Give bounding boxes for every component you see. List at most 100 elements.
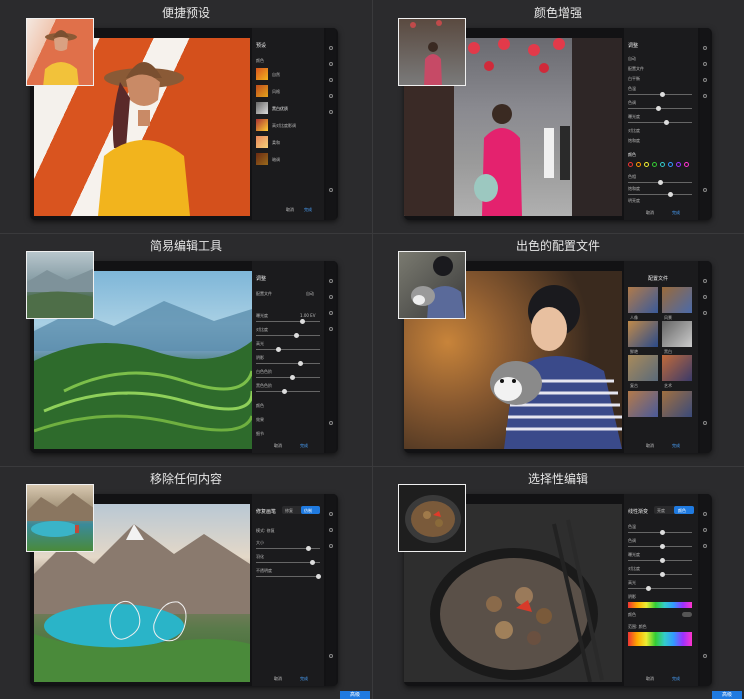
color-range-picker[interactable]: [628, 632, 692, 646]
highlights-slider[interactable]: [628, 586, 692, 591]
profile-tile[interactable]: [628, 391, 658, 417]
profile-tile[interactable]: [662, 321, 692, 347]
exposure-slider[interactable]: [628, 120, 692, 125]
cancel-button[interactable]: 取消: [646, 676, 654, 682]
preset-thumb[interactable]: [256, 102, 268, 114]
profile-tile[interactable]: [628, 287, 658, 313]
profile-tile[interactable]: [628, 355, 658, 381]
tab-heal[interactable]: 修复: [285, 508, 293, 514]
shadows-slider[interactable]: [256, 361, 320, 366]
done-button[interactable]: 完成: [300, 443, 308, 449]
highlights-slider[interactable]: [256, 347, 320, 352]
mode-dropdown[interactable]: 模式: 修复: [256, 528, 275, 534]
profile-tile[interactable]: [662, 355, 692, 381]
cancel-button[interactable]: 取消: [646, 210, 654, 216]
tint-slider[interactable]: [628, 106, 692, 111]
preset-thumb[interactable]: [256, 85, 268, 97]
temp-slider[interactable]: [628, 530, 692, 535]
whites-slider[interactable]: [256, 375, 320, 380]
opacity-slider[interactable]: [256, 574, 321, 579]
done-button[interactable]: 完成: [672, 676, 680, 682]
profile-tile[interactable]: [628, 321, 658, 347]
exposure-slider[interactable]: [628, 558, 692, 563]
comment-icon[interactable]: [703, 188, 707, 192]
range-label: 范围: 颜色: [628, 624, 647, 629]
done-button[interactable]: 完成: [300, 676, 308, 682]
tint-slider[interactable]: [628, 544, 692, 549]
comment-icon[interactable]: [703, 421, 707, 425]
preset-thumb[interactable]: [256, 136, 268, 148]
panel-profiles: 出色的配置文件 配置文件 人像 风景 鲜艳 黑白 复古 艺术 取消 完成: [372, 233, 744, 466]
adjust-icon[interactable]: [703, 295, 707, 299]
cancel-button[interactable]: 取消: [274, 443, 282, 449]
healing-icon[interactable]: [329, 528, 333, 532]
done-button[interactable]: 完成: [672, 443, 680, 449]
auto-button[interactable]: 自动: [628, 56, 636, 62]
contrast-slider[interactable]: [256, 333, 320, 338]
adjust-icon[interactable]: [329, 295, 333, 299]
size-slider[interactable]: [256, 546, 320, 551]
profile-tile-label: 艺术: [664, 383, 672, 388]
healing-icon[interactable]: [329, 110, 333, 114]
exposure-slider[interactable]: [256, 319, 320, 324]
auto-button[interactable]: 自动: [306, 291, 314, 297]
profile-tile[interactable]: [662, 391, 692, 417]
hue-slider[interactable]: [628, 180, 692, 185]
brush-icon[interactable]: [703, 94, 707, 98]
tab-light[interactable]: 亮度: [657, 508, 665, 514]
cancel-button[interactable]: 取消: [646, 443, 654, 449]
share-icon[interactable]: [703, 46, 707, 50]
sidebar-header: 调整: [256, 276, 267, 282]
comment-icon[interactable]: [329, 654, 333, 658]
profile-icon[interactable]: [329, 62, 333, 66]
crop-icon[interactable]: [329, 78, 333, 82]
brush-icon[interactable]: [329, 94, 333, 98]
share-icon[interactable]: [329, 512, 333, 516]
done-button[interactable]: 完成: [304, 207, 312, 213]
brush-icon[interactable]: [329, 327, 333, 331]
share-icon[interactable]: [329, 46, 333, 50]
profile-tile[interactable]: [662, 287, 692, 313]
comment-icon[interactable]: [329, 188, 333, 192]
done-button[interactable]: 完成: [672, 210, 680, 216]
preset-category[interactable]: 颜色: [256, 58, 264, 64]
share-icon[interactable]: [703, 512, 707, 516]
preset-thumb[interactable]: [256, 119, 268, 131]
tool-strip: [700, 28, 710, 220]
crop-icon[interactable]: [703, 544, 707, 548]
cancel-button[interactable]: 取消: [274, 676, 282, 682]
hue-range-bar[interactable]: [628, 602, 692, 608]
premium-badge[interactable]: 高级: [340, 691, 370, 699]
color-saturation-slider[interactable]: [628, 192, 692, 197]
share-icon[interactable]: [329, 279, 333, 283]
masking-icon[interactable]: [703, 528, 707, 532]
effects-section[interactable]: 效果: [256, 417, 264, 423]
temp-slider[interactable]: [628, 92, 692, 97]
blacks-slider[interactable]: [256, 389, 320, 394]
crop-icon[interactable]: [703, 78, 707, 82]
comment-icon[interactable]: [329, 421, 333, 425]
feather-slider[interactable]: [256, 560, 320, 565]
color-toggle[interactable]: [682, 612, 692, 617]
crop-icon[interactable]: [703, 311, 707, 315]
crop-icon[interactable]: [329, 311, 333, 315]
detail-section[interactable]: 细节: [256, 431, 264, 437]
adjust-icon[interactable]: [703, 62, 707, 66]
crop-icon[interactable]: [329, 544, 333, 548]
contrast-slider[interactable]: [628, 572, 692, 577]
preset-label: 风格: [272, 89, 280, 94]
color-swatches[interactable]: [628, 162, 694, 168]
tab-clone[interactable]: 仿制: [304, 508, 312, 514]
temp-label: 色温: [628, 524, 636, 529]
sidebar-header: 预设: [256, 43, 267, 49]
share-icon[interactable]: [703, 279, 707, 283]
preset-thumb[interactable]: [256, 153, 268, 165]
tint-label: 色调: [628, 100, 636, 105]
cancel-button[interactable]: 取消: [286, 207, 294, 213]
premium-badge[interactable]: 高级: [712, 691, 742, 699]
comment-icon[interactable]: [703, 654, 707, 658]
preset-thumb[interactable]: [256, 68, 268, 80]
tab-color[interactable]: 颜色: [678, 508, 686, 514]
color-section[interactable]: 颜色: [256, 403, 264, 409]
contrast-label: 对比度: [628, 566, 640, 571]
